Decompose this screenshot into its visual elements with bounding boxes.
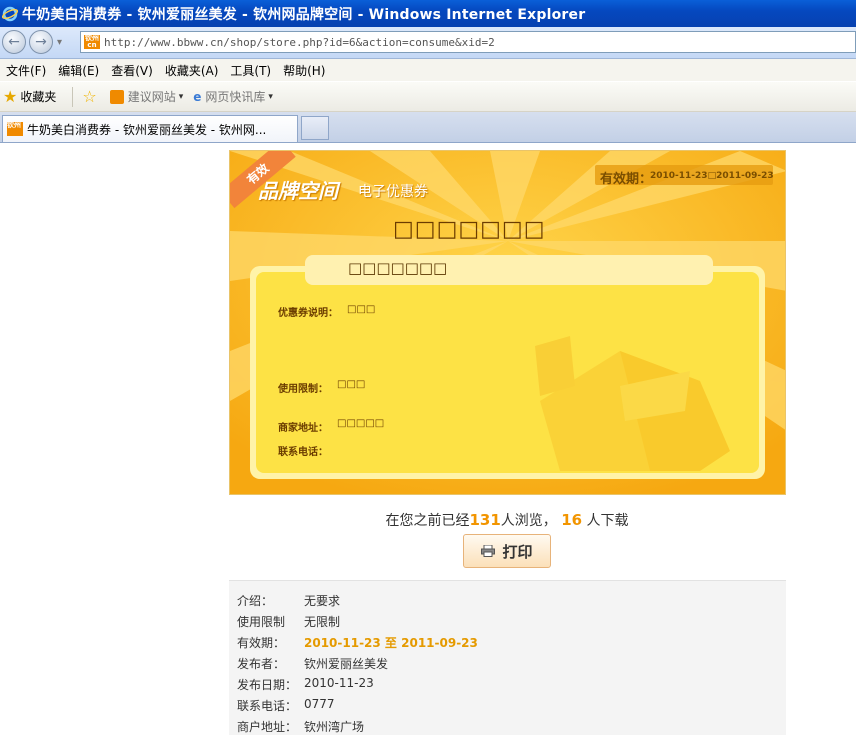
- favorites-bar: ★ 收藏夹 ☆ 建议网站 ▾ e 网页快讯库 ▾: [0, 82, 856, 112]
- web-slice-gallery-button[interactable]: e 网页快讯库 ▾: [193, 88, 273, 105]
- stats-views-suffix: 人浏览，: [500, 513, 557, 529]
- page-content: 有效 品牌空间 电子优惠券 有效期： 2010-11-23□2011-09-23…: [0, 143, 856, 735]
- favorites-label: 收藏夹: [20, 90, 57, 104]
- info-value: 无限制: [304, 615, 341, 629]
- window-title: 牛奶美白消费券 - 钦州爱丽丝美发 - 钦州网品牌空间 - Windows In…: [22, 6, 586, 23]
- stats-downloads-suffix: 人下载: [586, 513, 629, 529]
- menu-edit[interactable]: 编辑(E): [58, 62, 99, 79]
- info-value: 无要求: [304, 594, 341, 608]
- coupon-field-label: 使用限制：: [278, 384, 328, 395]
- window-title-bar[interactable]: 牛奶美白消费券 - 钦州爱丽丝美发 - 钦州网品牌空间 - Windows In…: [0, 0, 856, 27]
- coupon-field-label: 优惠券说明：: [278, 308, 338, 319]
- new-tab-button[interactable]: [301, 116, 329, 140]
- coupon-validity-value: 2010-11-23□2011-09-23: [650, 171, 774, 181]
- back-button[interactable]: ←: [2, 30, 26, 54]
- tab-strip: 钦州 cn 牛奶美白消费券 - 钦州爱丽丝美发 - 钦州网...: [0, 112, 856, 143]
- recent-pages-dropdown-icon[interactable]: ▾: [57, 37, 62, 48]
- info-value: 钦州湾广场: [304, 720, 365, 734]
- forward-arrow-icon: →: [35, 34, 47, 50]
- info-value-validity: 2010-11-23 至 2011-09-23: [304, 636, 478, 650]
- tab-favicon-icon: 钦州 cn: [7, 122, 33, 136]
- add-favorite-button[interactable]: ☆: [79, 87, 99, 106]
- tab-label: 牛奶美白消费券 - 钦州爱丽丝美发 - 钦州网...: [27, 122, 267, 137]
- chevron-down-icon: ▾: [178, 91, 184, 102]
- address-row: ← → ▾ 钦州 cn http://www.bbww.cn/shop/stor…: [0, 27, 856, 59]
- address-bar[interactable]: 钦州 cn http://www.bbww.cn/shop/store.php?…: [80, 31, 856, 53]
- info-key: 发布日期：: [237, 678, 298, 692]
- info-key: 有效期：: [237, 636, 286, 650]
- coupon-field-label: 联系电话：: [278, 447, 328, 458]
- view-count: 131: [469, 511, 501, 529]
- suggested-sites-label: 建议网站: [127, 90, 176, 104]
- menu-favorites[interactable]: 收藏夹(A): [165, 62, 219, 79]
- info-value: 2010-11-23: [304, 676, 374, 690]
- toolbar-divider: [72, 86, 74, 107]
- coupon-validity-label: 有效期：: [600, 172, 653, 187]
- info-key: 发布者：: [237, 657, 286, 671]
- stats-prefix: 在您之前已经: [385, 513, 470, 529]
- print-label: 打印: [502, 542, 533, 561]
- e-coupon-logo-text: 电子优惠券: [358, 184, 428, 200]
- site-favicon-icon: 钦州 cn: [84, 34, 100, 49]
- info-key: 介绍：: [237, 594, 274, 608]
- web-slice-label: 网页快讯库: [205, 90, 266, 104]
- address-url[interactable]: http://www.bbww.cn/shop/store.php?id=6&a…: [104, 36, 495, 49]
- print-button[interactable]: 打印: [463, 534, 551, 568]
- info-value: 钦州爱丽丝美发: [304, 657, 389, 671]
- coupon-image: 有效 品牌空间 电子优惠券 有效期： 2010-11-23□2011-09-23…: [229, 150, 786, 495]
- info-key: 联系电话：: [237, 699, 298, 713]
- menu-help[interactable]: 帮助(H): [283, 62, 325, 79]
- menu-tools[interactable]: 工具(T): [230, 62, 271, 79]
- printer-icon: [481, 545, 496, 557]
- brand-space-logo: 品牌空间: [258, 179, 338, 203]
- info-value: 0777: [304, 697, 335, 711]
- suggested-sites-button[interactable]: 建议网站 ▾: [109, 88, 184, 105]
- tab-coupon-page[interactable]: 钦州 cn 牛奶美白消费券 - 钦州爱丽丝美发 - 钦州网...: [2, 115, 298, 142]
- coupon-headline: □□□□□□□: [393, 217, 546, 242]
- info-key: 商户地址：: [237, 720, 298, 734]
- coupon-field-value: □□□: [337, 379, 366, 390]
- chevron-down-icon: ▾: [268, 91, 273, 102]
- star-icon: ★: [3, 87, 18, 106]
- info-key: 使用限制: [237, 615, 286, 629]
- coupon-field-value: □□□: [347, 304, 376, 315]
- suggested-sites-icon: [109, 89, 124, 104]
- back-arrow-icon: ←: [8, 34, 20, 50]
- menu-bar: 文件(F) 编辑(E) 查看(V) 收藏夹(A) 工具(T) 帮助(H): [0, 59, 856, 81]
- ie-logo-icon: [2, 6, 18, 21]
- favorites-button[interactable]: ★ 收藏夹: [0, 87, 56, 106]
- coupon-field-label: 商家地址：: [278, 423, 328, 434]
- ie-page-icon: e: [193, 89, 202, 104]
- menu-file[interactable]: 文件(F): [6, 62, 46, 79]
- add-favorite-star-icon: ☆: [82, 87, 97, 106]
- coupon-info-table: 介绍： 无要求 使用限制 无限制 有效期： 2010-11-23 至 2011-…: [229, 580, 786, 735]
- view-download-stats: 在您之前已经131人浏览， 16 人下载: [0, 510, 856, 530]
- forward-button[interactable]: →: [29, 30, 53, 54]
- menu-view[interactable]: 查看(V): [111, 62, 153, 79]
- coupon-subtitle: □□□□□□□: [348, 259, 448, 277]
- download-count: 16: [561, 511, 583, 529]
- coupon-field-value: □□□□□: [337, 418, 385, 429]
